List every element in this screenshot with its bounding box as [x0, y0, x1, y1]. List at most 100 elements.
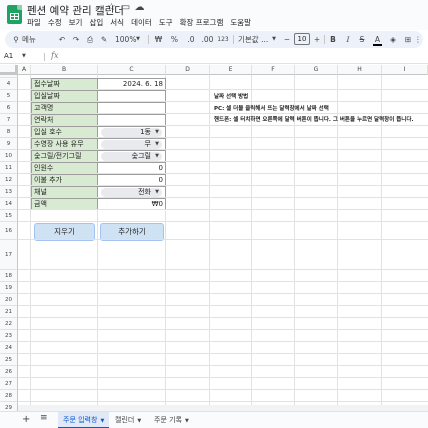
toolbar-divider [324, 35, 325, 44]
decrease-decimal-button[interactable]: .0 [186, 31, 196, 48]
row-header[interactable]: 27 [0, 378, 18, 390]
menu-tools[interactable]: 도구 [159, 17, 173, 28]
grill-type-dropdown[interactable]: 숯그릴 ▼ [101, 152, 162, 161]
row-header[interactable]: 9 [0, 138, 18, 150]
column-header-g[interactable]: G [295, 65, 338, 75]
text-color-swatch [373, 44, 382, 46]
row-header[interactable]: 17 [0, 240, 18, 270]
zoom-select[interactable]: 100% [115, 31, 136, 48]
name-box-chevron-down-icon[interactable]: ▼ [22, 53, 26, 59]
row-header[interactable]: 25 [0, 354, 18, 366]
row-header[interactable]: 26 [0, 366, 18, 378]
all-sheets-button[interactable]: ≡ [40, 413, 48, 423]
fill-color-icon[interactable]: ◈ [388, 31, 398, 48]
channel-value: 전화 [138, 188, 151, 196]
menu-insert[interactable]: 삽입 [89, 17, 103, 28]
row-header[interactable]: 15 [0, 210, 18, 222]
font-family-select[interactable]: 기본값 ... [238, 31, 270, 48]
formula-input[interactable] [64, 52, 419, 62]
strikethrough-button[interactable]: S [358, 31, 366, 48]
more-options-icon[interactable]: ⋮ [414, 31, 422, 48]
zoom-chevron-down-icon[interactable]: ▼ [135, 31, 141, 48]
formula-divider [44, 53, 45, 61]
cloud-icon[interactable]: ☁ [134, 2, 145, 13]
row-header[interactable]: 21 [0, 306, 18, 318]
tab-order-input[interactable]: 주문 입력창 ▼ [58, 412, 110, 428]
spreadsheet-grid[interactable]: A B C D E F G H I 접수날짜 입실날짜 고객명 연락처 입실 호… [0, 65, 428, 411]
percent-format-button[interactable]: % [170, 31, 179, 48]
star-icon[interactable]: ☆ [106, 2, 117, 13]
row-header[interactable]: 13 [0, 186, 18, 198]
menu-format[interactable]: 서식 [110, 17, 124, 28]
row-header[interactable]: 7 [0, 114, 18, 126]
menu-help[interactable]: 도움말 [230, 17, 251, 28]
sheets-logo-icon[interactable] [7, 5, 22, 24]
tab-order-history[interactable]: 주문 기록 ▼ [149, 412, 194, 428]
search-menus-label[interactable]: 메뉴 [22, 31, 46, 48]
row-header[interactable]: 12 [0, 174, 18, 186]
row-header[interactable]: 29 [0, 402, 18, 411]
row-header[interactable]: 20 [0, 294, 18, 306]
currency-format-button[interactable]: ₩ [154, 31, 163, 48]
redo-icon[interactable]: ↷ [71, 31, 81, 48]
menu-data[interactable]: 데이터 [131, 17, 152, 28]
row-header[interactable]: 22 [0, 318, 18, 330]
column-header-h[interactable]: H [338, 65, 382, 75]
row-header[interactable]: 28 [0, 390, 18, 402]
column-header-b[interactable]: B [31, 65, 98, 75]
gridline [18, 149, 428, 150]
column-header-c[interactable]: C [98, 65, 166, 75]
menu-edit[interactable]: 수정 [48, 17, 62, 28]
font-chevron-down-icon[interactable]: ▼ [271, 31, 277, 48]
row-header[interactable]: 10 [0, 150, 18, 162]
row-header[interactable]: 5 [0, 90, 18, 102]
column-header-d[interactable]: D [166, 65, 210, 75]
row-header[interactable]: 19 [0, 282, 18, 294]
print-icon[interactable]: ⎙ [85, 31, 95, 48]
bold-button[interactable]: B [329, 31, 337, 48]
row-header[interactable]: 4 [0, 78, 18, 90]
app-header: 펜션 예약 관리 캘린더 ☆ ▭ ☁ 파일 수정 보기 삽입 서식 데이터 도구… [0, 0, 428, 30]
chevron-down-icon: ▼ [155, 153, 159, 159]
tab-label: 주문 입력창 [63, 416, 98, 424]
title-icons: ☆ ▭ ☁ [106, 2, 145, 13]
gridline [18, 89, 428, 90]
name-box[interactable]: A1 [4, 52, 13, 60]
italic-button[interactable]: I [344, 31, 352, 48]
add-sheet-button[interactable]: + [22, 414, 30, 425]
row-header[interactable]: 18 [0, 270, 18, 282]
increase-decimal-button[interactable]: .00 [201, 31, 214, 48]
row-header[interactable]: 23 [0, 330, 18, 342]
menu-view[interactable]: 보기 [69, 17, 83, 28]
row-header[interactable]: 16 [0, 222, 18, 240]
search-icon[interactable]: ⚲ [11, 31, 21, 48]
tab-calendar[interactable]: 캘린더 ▼ [110, 412, 146, 428]
row-header[interactable]: 6 [0, 102, 18, 114]
column-header-a[interactable]: A [18, 65, 31, 75]
borders-icon[interactable]: ⊞ [403, 31, 413, 48]
increase-font-size-button[interactable]: + [313, 31, 321, 48]
column-header-i[interactable]: I [382, 65, 428, 75]
row-header[interactable]: 8 [0, 126, 18, 138]
toolbar-divider [148, 35, 149, 44]
paint-format-icon[interactable]: ✎ [99, 31, 109, 48]
folder-icon[interactable]: ▭ [120, 2, 131, 13]
row-header[interactable]: 24 [0, 342, 18, 354]
column-header-f[interactable]: F [252, 65, 295, 75]
pool-usage-dropdown[interactable]: 무 ▼ [101, 140, 162, 149]
menu-file[interactable]: 파일 [27, 17, 41, 28]
menu-extensions[interactable]: 확장 프로그램 [180, 17, 224, 28]
room-number-dropdown[interactable]: 1동 ▼ [101, 128, 162, 137]
gridline [18, 197, 428, 198]
decrease-font-size-button[interactable]: − [283, 31, 291, 48]
chevron-down-icon: ▼ [137, 418, 142, 424]
channel-dropdown[interactable]: 전화 ▼ [101, 188, 162, 197]
gridline [18, 221, 428, 222]
row-header[interactable]: 11 [0, 162, 18, 174]
select-all-corner[interactable] [0, 65, 18, 75]
column-header-e[interactable]: E [210, 65, 252, 75]
more-formats-button[interactable]: 123 [217, 31, 229, 48]
undo-icon[interactable]: ↶ [57, 31, 67, 48]
row-header[interactable]: 14 [0, 198, 18, 210]
font-size-input[interactable]: 10 [294, 33, 310, 45]
